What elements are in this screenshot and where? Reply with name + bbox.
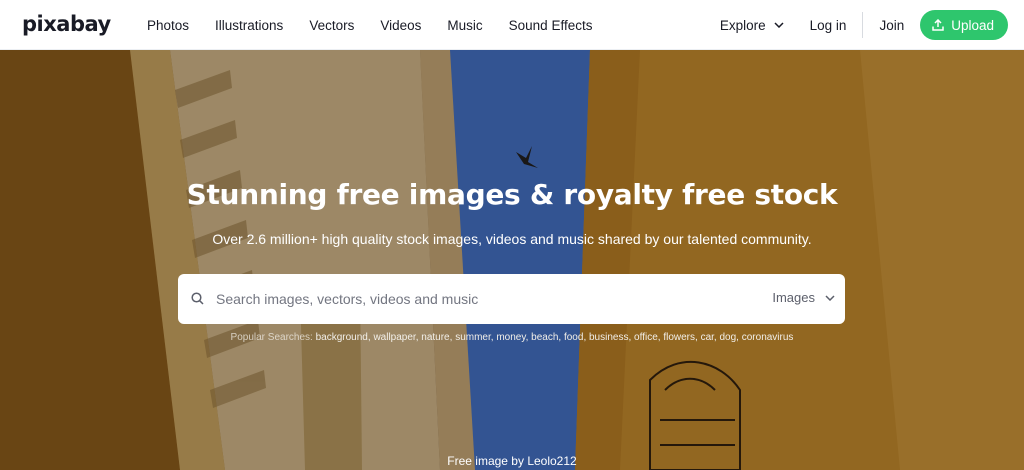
category-links: Photos Illustrations Vectors Videos Musi… bbox=[134, 0, 605, 50]
search-input[interactable] bbox=[216, 286, 746, 312]
popular-term[interactable]: food bbox=[564, 332, 583, 343]
popular-term[interactable]: nature bbox=[421, 332, 449, 343]
join-link[interactable]: Join bbox=[879, 18, 904, 33]
hero-banner: Stunning free images & royalty free stoc… bbox=[0, 50, 1024, 470]
popular-term[interactable]: money bbox=[496, 332, 525, 343]
chevron-down-icon bbox=[825, 294, 835, 301]
popular-term[interactable]: summer bbox=[455, 332, 491, 343]
popular-term[interactable]: beach bbox=[531, 332, 558, 343]
nav-link-photos[interactable]: Photos bbox=[147, 18, 189, 33]
explore-label: Explore bbox=[719, 17, 766, 33]
popular-searches: Popular Searches: background, wallpaper,… bbox=[230, 332, 794, 343]
popular-term[interactable]: office bbox=[634, 332, 658, 343]
nav-link-vectors[interactable]: Vectors bbox=[309, 18, 354, 33]
popular-term[interactable]: wallpaper bbox=[373, 332, 415, 343]
popular-term[interactable]: background bbox=[316, 332, 368, 343]
nav-link-videos[interactable]: Videos bbox=[380, 18, 421, 33]
nav-link-music[interactable]: Music bbox=[447, 18, 482, 33]
popular-term[interactable]: business bbox=[589, 332, 628, 343]
login-link[interactable]: Log in bbox=[810, 18, 847, 33]
hero-subtitle: Over 2.6 million+ high quality stock ima… bbox=[212, 231, 812, 247]
popular-term[interactable]: coronavirus bbox=[742, 332, 794, 343]
nav-link-illustrations[interactable]: Illustrations bbox=[215, 18, 283, 33]
nav-divider bbox=[862, 12, 864, 38]
hero-overlay bbox=[0, 50, 1024, 470]
popular-term[interactable]: car bbox=[701, 332, 714, 343]
popular-searches-label: Popular Searches: bbox=[230, 332, 313, 343]
account-actions: Explore Log in Join Upload bbox=[720, 0, 1008, 50]
search-icon[interactable] bbox=[191, 292, 204, 305]
hero-title: Stunning free images & royalty free stoc… bbox=[186, 178, 838, 211]
image-credit[interactable]: Free image by Leolo212 bbox=[0, 454, 1024, 468]
pixabay-logo[interactable]: pixabay bbox=[22, 12, 111, 36]
nav-link-sound-effects[interactable]: Sound Effects bbox=[509, 18, 593, 33]
popular-term[interactable]: dog bbox=[719, 332, 736, 343]
popular-term[interactable]: flowers bbox=[663, 332, 695, 343]
search-type-label: Images bbox=[772, 290, 815, 305]
upload-label: Upload bbox=[951, 17, 994, 33]
upload-button[interactable]: Upload bbox=[920, 10, 1008, 40]
top-navigation: pixabay Photos Illustrations Vectors Vid… bbox=[0, 0, 1024, 50]
search-type-select[interactable]: Images bbox=[772, 290, 835, 305]
search-bar: Images bbox=[178, 274, 845, 324]
chevron-down-icon bbox=[774, 22, 784, 28]
explore-menu[interactable]: Explore bbox=[720, 18, 784, 33]
upload-icon bbox=[932, 19, 944, 31]
